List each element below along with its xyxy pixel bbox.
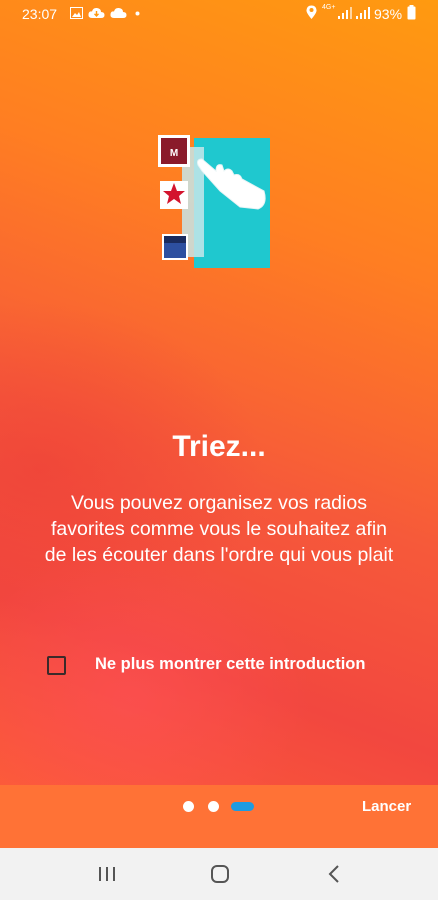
svg-text:M: M: [170, 148, 178, 159]
intro-title: Triez...: [172, 430, 266, 463]
page-dot-1[interactable]: [183, 801, 194, 812]
image-icon: [70, 7, 83, 19]
pager-footer: [0, 785, 438, 848]
network-type: 4G+: [322, 4, 336, 11]
location-icon: [306, 5, 317, 19]
signal-icon-2: [356, 7, 370, 19]
status-bar: 23:07 4G+ 93%: [0, 0, 438, 28]
launch-button[interactable]: Lancer: [362, 798, 411, 815]
dont-show-again-checkbox[interactable]: [47, 656, 66, 675]
system-nav-bar: [0, 848, 438, 900]
battery-icon: [407, 5, 416, 20]
signal-icon: [338, 7, 352, 19]
cloud-download-icon: [88, 7, 105, 18]
cloud-icon: [110, 7, 127, 18]
station-logo-1: M: [158, 135, 190, 167]
sort-illustration: M: [158, 135, 270, 268]
back-icon[interactable]: [314, 860, 354, 888]
battery-level: 93%: [374, 6, 403, 22]
page-dot-2[interactable]: [208, 801, 219, 812]
dot-icon: [135, 11, 140, 16]
intro-screen: 23:07 4G+ 93% M Triez... Vous pouvez org…: [0, 0, 438, 848]
station-logo-3: [162, 234, 188, 260]
home-icon[interactable]: [200, 860, 240, 888]
dont-show-again-label[interactable]: Ne plus montrer cette introduction: [95, 655, 365, 674]
intro-description: Vous pouvez organisez vos radios favorit…: [44, 492, 394, 566]
recent-apps-icon[interactable]: [87, 860, 127, 888]
status-time: 23:07: [22, 6, 58, 22]
station-logo-2: [160, 181, 188, 209]
page-dot-3-active[interactable]: [231, 802, 254, 811]
